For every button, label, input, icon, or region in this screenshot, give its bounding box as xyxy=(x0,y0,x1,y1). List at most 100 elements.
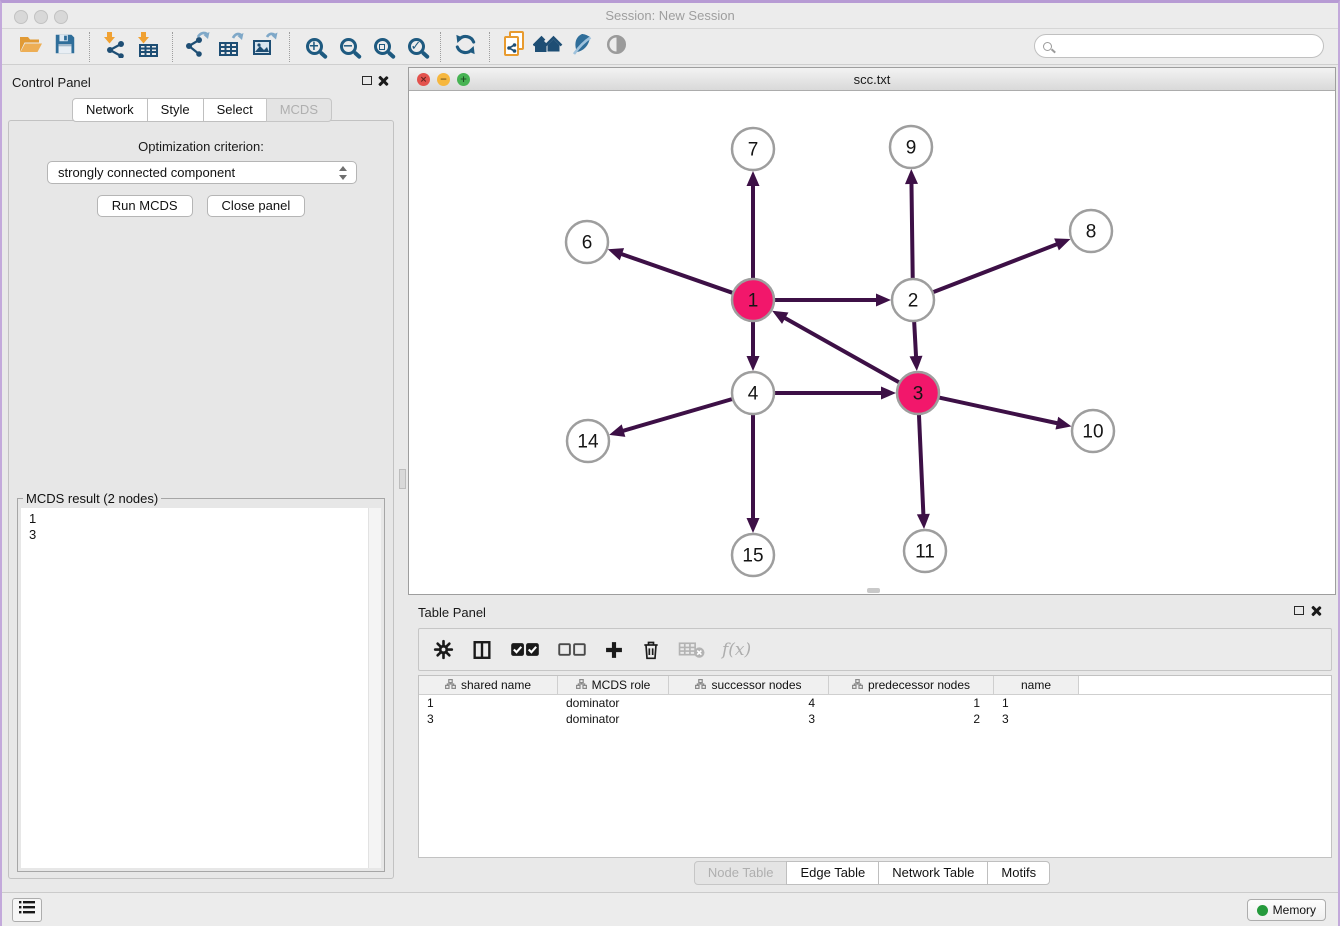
result-scrollbar[interactable] xyxy=(368,508,381,868)
graph-node-2[interactable]: 2 xyxy=(892,279,934,321)
table-cell[interactable]: dominator xyxy=(558,711,669,727)
delete-table-button[interactable] xyxy=(678,639,705,660)
split-panel-button[interactable] xyxy=(471,639,493,661)
graph-node-14[interactable]: 14 xyxy=(567,420,609,462)
clone-network-icon xyxy=(501,30,527,63)
graph-node-10[interactable]: 10 xyxy=(1072,410,1114,452)
table-settings-button[interactable] xyxy=(433,639,454,660)
table-cell[interactable]: 4 xyxy=(669,695,829,711)
graph-edge-2-8[interactable] xyxy=(933,243,1061,292)
graph-node-9[interactable]: 9 xyxy=(890,126,932,168)
graph-node-11[interactable]: 11 xyxy=(904,530,946,572)
zoom-selected-button[interactable]: ✓ xyxy=(399,31,433,63)
table-cell[interactable]: 3 xyxy=(419,711,558,727)
mcds-result-group: MCDS result (2 nodes) 13 xyxy=(17,498,385,872)
graph-node-15[interactable]: 15 xyxy=(732,534,774,576)
select-all-columns-button[interactable] xyxy=(510,641,540,658)
graph-node-7[interactable]: 7 xyxy=(732,128,774,170)
graph-edge-3-1[interactable] xyxy=(782,316,900,382)
column-header-name[interactable]: name xyxy=(994,676,1079,694)
tab-select[interactable]: Select xyxy=(203,98,267,122)
export-network-button[interactable] xyxy=(180,31,214,63)
home-button[interactable] xyxy=(531,31,565,63)
panel-splitter-handle[interactable] xyxy=(399,469,406,489)
import-table-button[interactable] xyxy=(131,31,165,63)
column-header-predecessor-nodes[interactable]: predecessor nodes xyxy=(829,676,994,694)
tab-network[interactable]: Network xyxy=(72,98,148,122)
network-window-titlebar[interactable]: × − + scc.txt xyxy=(409,68,1335,91)
table-cell[interactable]: 1 xyxy=(994,695,1079,711)
refresh-button[interactable] xyxy=(448,31,482,63)
column-header-mcds-role[interactable]: MCDS role xyxy=(558,676,669,694)
toolbar-separator xyxy=(172,32,173,62)
table-cell[interactable]: 3 xyxy=(669,711,829,727)
float-table-panel-icon[interactable] xyxy=(1294,606,1304,615)
function-builder-button[interactable]: f(x) xyxy=(722,640,751,660)
export-table-icon xyxy=(217,30,245,63)
add-column-button[interactable] xyxy=(604,640,624,660)
tab-mcds[interactable]: MCDS xyxy=(266,98,332,122)
zoom-out-button[interactable]: − xyxy=(331,31,365,63)
graph-edge-4-14[interactable] xyxy=(620,399,733,432)
table-cell[interactable]: 3 xyxy=(994,711,1079,727)
table-toolbar: f(x) xyxy=(418,628,1332,671)
clone-network-button[interactable] xyxy=(497,31,531,63)
unselect-all-columns-button[interactable] xyxy=(557,641,587,658)
run-mcds-button[interactable]: Run MCDS xyxy=(97,195,193,217)
export-image-button[interactable] xyxy=(248,31,282,63)
tab-node-table[interactable]: Node Table xyxy=(694,861,788,885)
column-header-successor-nodes[interactable]: successor nodes xyxy=(669,676,829,694)
table-cell[interactable]: 1 xyxy=(829,695,994,711)
memory-button[interactable]: Memory xyxy=(1247,899,1326,921)
network-hscrollbar-thumb[interactable] xyxy=(867,588,880,593)
criterion-select[interactable]: strongly connected component xyxy=(47,161,357,184)
toolbar-separator xyxy=(489,32,490,62)
close-panel-button[interactable]: Close panel xyxy=(207,195,306,217)
graph-node-1[interactable]: 1 xyxy=(732,279,774,321)
save-session-button[interactable] xyxy=(48,31,82,63)
tab-edge-table[interactable]: Edge Table xyxy=(786,861,879,885)
zoom-in-button[interactable]: + xyxy=(297,31,331,63)
graph-edge-arrowhead xyxy=(876,294,891,307)
mcds-result-box[interactable]: 13 xyxy=(21,508,381,868)
zoom-fit-button[interactable] xyxy=(365,31,399,63)
close-table-panel-icon[interactable] xyxy=(1310,605,1322,617)
graph-node-label: 10 xyxy=(1082,422,1103,443)
open-session-button[interactable] xyxy=(14,31,48,63)
search-box[interactable] xyxy=(1034,34,1324,58)
tab-motifs[interactable]: Motifs xyxy=(987,861,1050,885)
tab-network-table[interactable]: Network Table xyxy=(878,861,988,885)
delete-column-button[interactable] xyxy=(641,639,661,661)
panel-menu-button[interactable] xyxy=(12,898,42,922)
graph-edge-1-6[interactable] xyxy=(618,253,733,293)
graph-node-6[interactable]: 6 xyxy=(566,221,608,263)
export-table-button[interactable] xyxy=(214,31,248,63)
table-cell[interactable]: dominator xyxy=(558,695,669,711)
graph-node-8[interactable]: 8 xyxy=(1070,210,1112,252)
window-title: Session: New Session xyxy=(2,8,1338,23)
column-header-shared-name[interactable]: shared name xyxy=(419,676,558,694)
table-row[interactable]: 3dominator323 xyxy=(419,711,1331,727)
tab-style[interactable]: Style xyxy=(147,98,204,122)
network-canvas[interactable]: 7 9 6 8 1 2 4 3 14 10 15 11 xyxy=(409,91,1335,594)
graph-edge-3-10[interactable] xyxy=(939,397,1061,424)
import-network-button[interactable] xyxy=(97,31,131,63)
mcds-result-line: 3 xyxy=(29,527,373,543)
graph-edge-2-3[interactable] xyxy=(914,321,916,360)
table-cell[interactable]: 1 xyxy=(419,695,558,711)
float-panel-icon[interactable] xyxy=(362,76,372,85)
open-folder-icon xyxy=(17,31,45,62)
graph-node-3[interactable]: 3 xyxy=(897,372,939,414)
node-table[interactable]: shared nameMCDS rolesuccessor nodesprede… xyxy=(418,675,1332,858)
show-hide-graphics-button[interactable] xyxy=(599,31,633,63)
graph-node-4[interactable]: 4 xyxy=(732,372,774,414)
network-window-title: scc.txt xyxy=(409,72,1335,87)
table-row[interactable]: 1dominator411 xyxy=(419,695,1331,711)
graph-edge-3-11[interactable] xyxy=(919,414,924,518)
search-input[interactable] xyxy=(1058,39,1323,54)
style-button[interactable] xyxy=(565,31,599,63)
graph-node-label: 15 xyxy=(742,546,763,567)
close-panel-icon[interactable] xyxy=(377,75,389,87)
table-cell[interactable]: 2 xyxy=(829,711,994,727)
graph-edge-2-9[interactable] xyxy=(911,180,912,279)
